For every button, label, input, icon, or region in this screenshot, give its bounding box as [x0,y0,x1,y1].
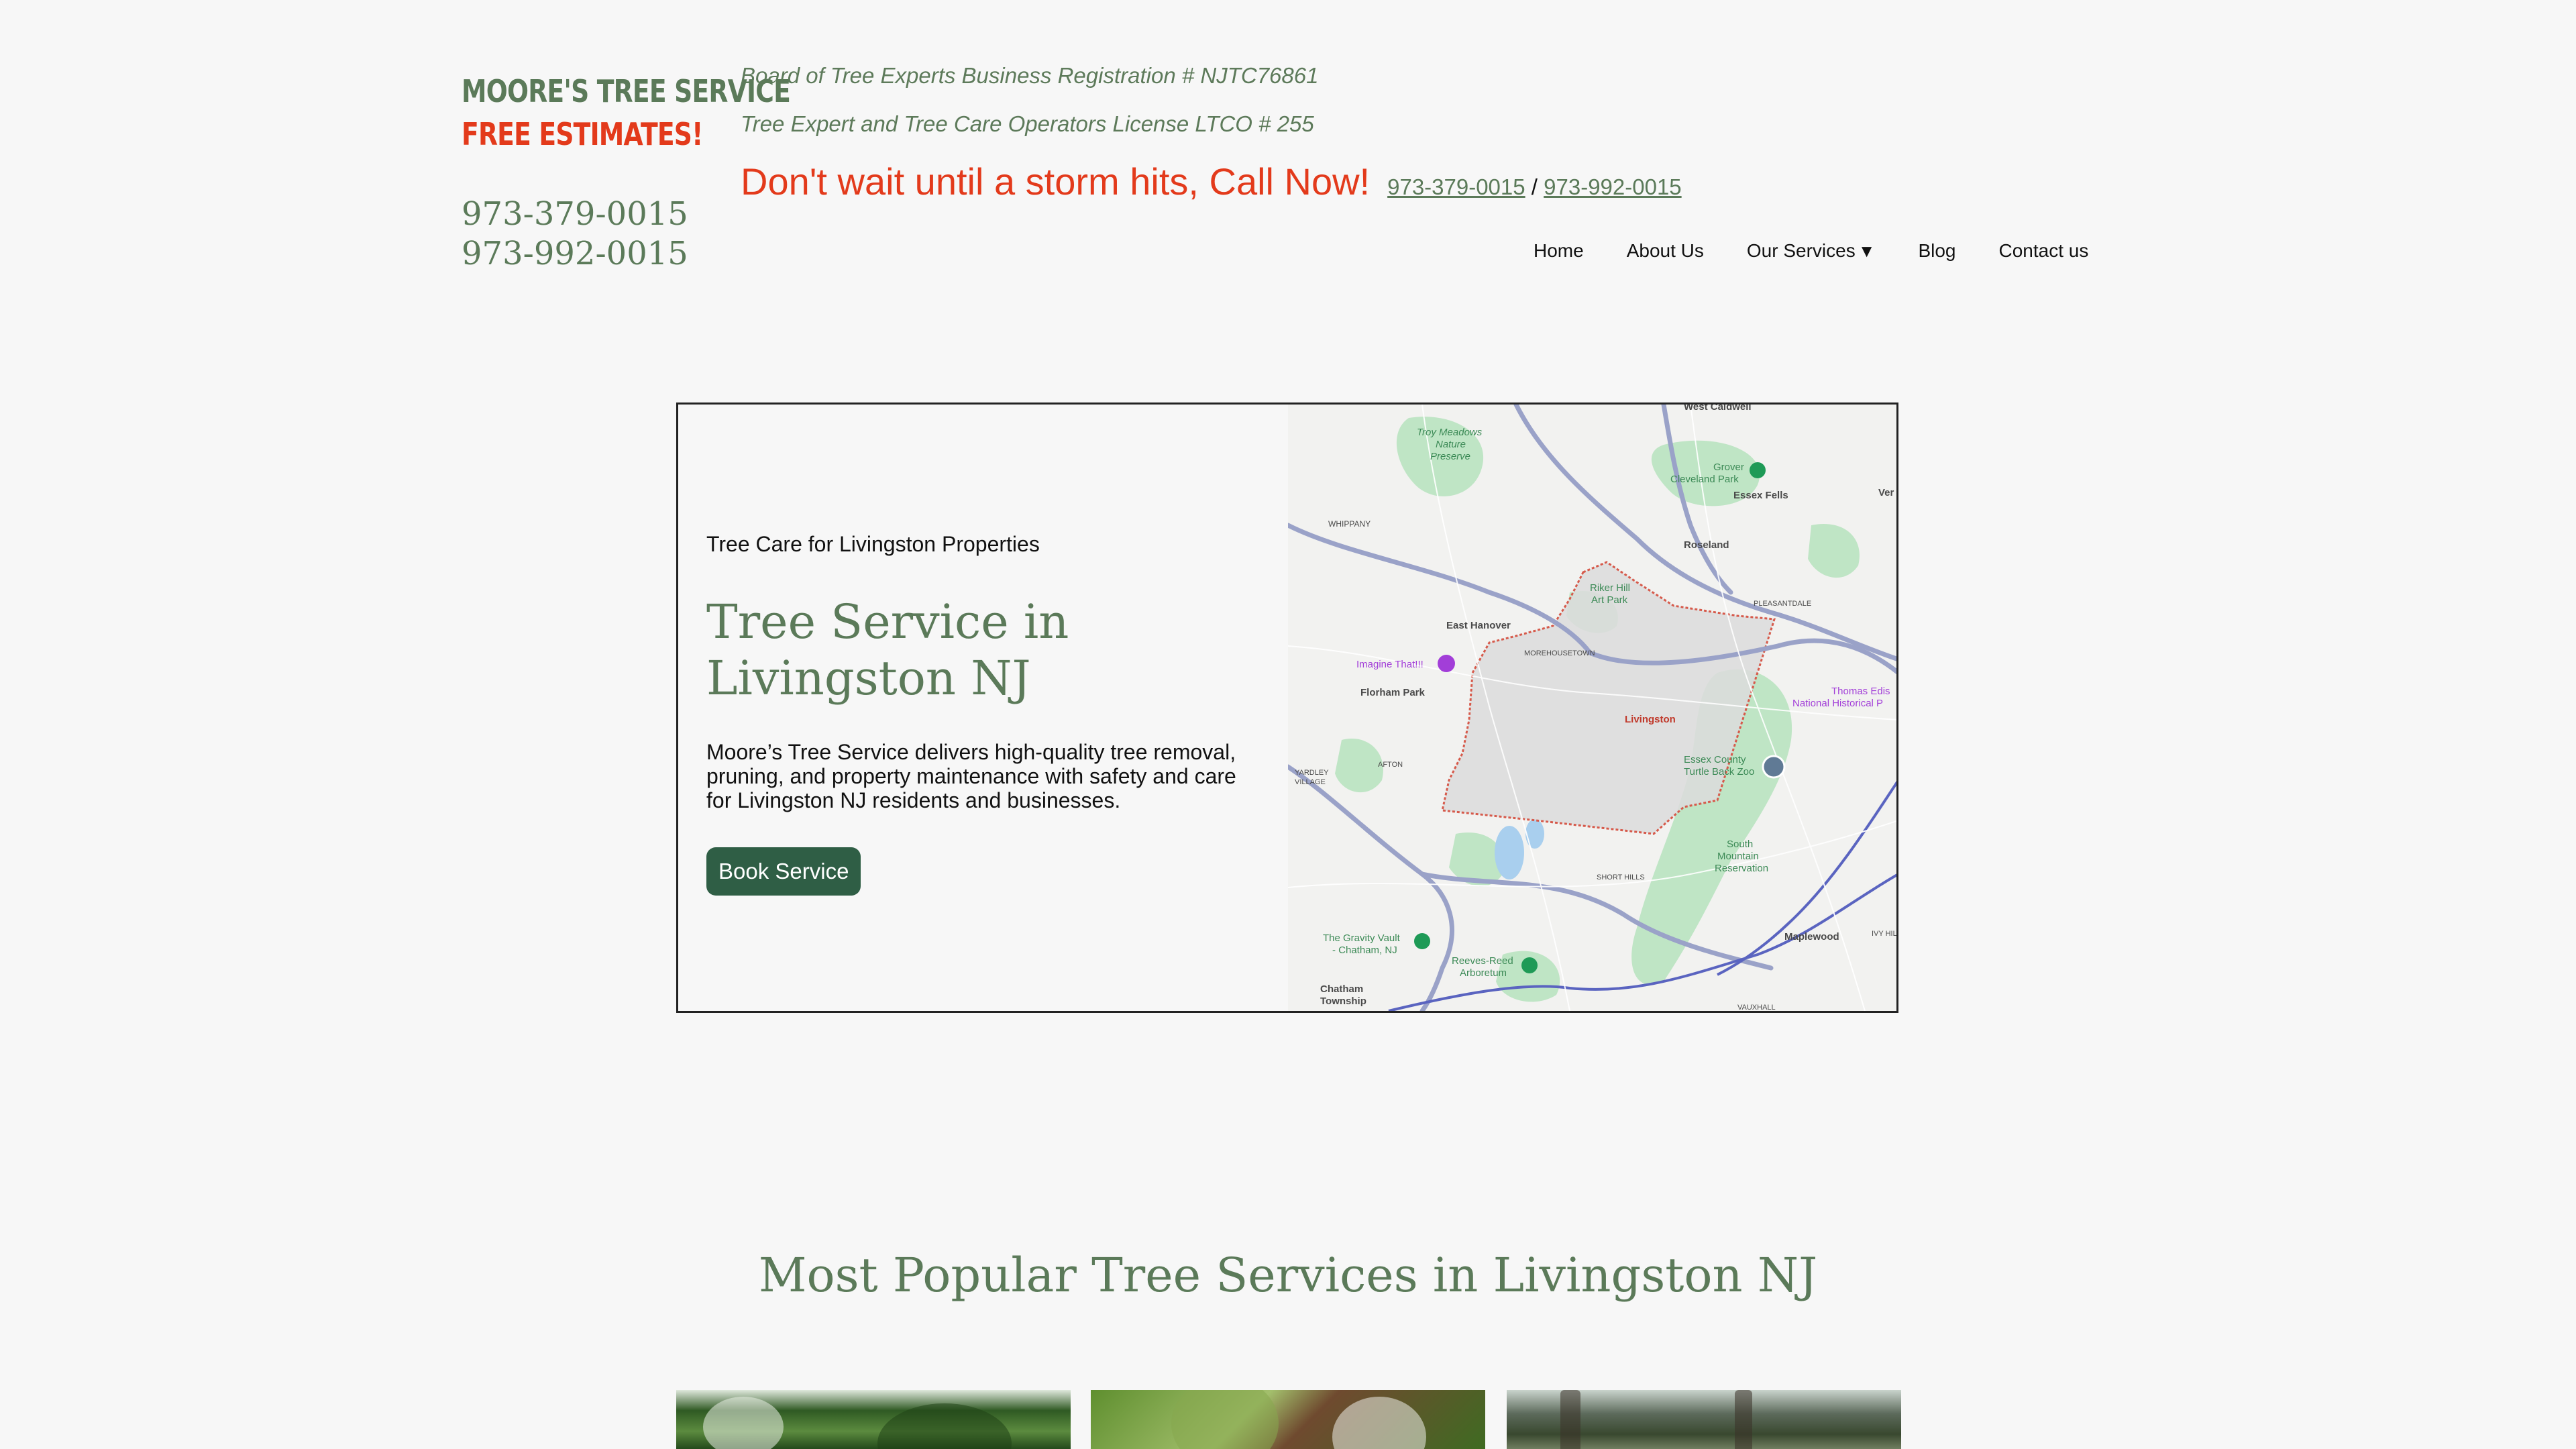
nav-contact-us[interactable]: Contact us [1998,240,2088,262]
label-chatham-1: Chatham [1320,983,1363,995]
label-pleasantdale: PLEASANTDALE [1754,600,1811,608]
callout-phone-link-2[interactable]: 973-992-0015 [1544,174,1682,199]
label-yardley-1: YARDLEY [1295,769,1329,777]
label-essex-fells: Essex Fells [1733,490,1788,501]
label-south-mountain-2: Mountain [1717,851,1759,862]
label-edison-2: National Historical P [1792,698,1883,709]
credential-license: Tree Expert and Tree Care Operators Lice… [741,111,1314,136]
label-east-hanover: East Hanover [1446,620,1511,631]
service-card-image-3[interactable] [1507,1390,1901,1449]
map-pin-icon[interactable] [1750,462,1766,478]
label-grover-2: Cleveland Park [1670,474,1739,485]
label-west-caldwell: West Caldwell [1684,405,1752,413]
popular-services-title: Most Popular Tree Services in Livingston… [758,1248,1818,1303]
label-livingston: Livingston [1625,714,1676,725]
nav-blog[interactable]: Blog [1918,240,1955,262]
card-foliage [703,1397,784,1449]
label-maplewood: Maplewood [1784,931,1839,943]
hero-title: Tree Service in Livingston NJ [706,594,1069,706]
card-foliage [1171,1390,1279,1449]
hero-section: Tree Care for Livingston Properties Tree… [676,402,1898,1013]
label-morehousetown: MOREHOUSETOWN [1524,649,1595,657]
label-troy-meadows-1: Troy Meadows [1417,427,1483,438]
label-troy-meadows-2: Nature [1436,439,1466,450]
label-grover-1: Grover [1713,462,1744,473]
lake-1 [1495,826,1524,879]
brand-name[interactable]: MOORE'S TREE SERVICE [462,70,791,113]
map-canvas: West Caldwell Troy Meadows Nature Preser… [1288,405,1897,1011]
nav-our-services[interactable]: Our Services ▼ [1747,240,1876,262]
label-essex-zoo-2: Turtle Back Zoo [1684,766,1754,777]
label-short-hills: SHORT HILLS [1597,873,1645,881]
card-foliage [877,1403,1012,1449]
label-south-mountain-1: South [1727,839,1753,850]
callout-phone-link-1[interactable]: 973-379-0015 [1387,174,1525,199]
call-now-callout: Don't wait until a storm hits, Call Now!… [741,160,1682,203]
map-pin-icon[interactable] [1438,655,1455,672]
label-edison-1: Thomas Edis [1831,686,1890,697]
callout-phone-separator: / [1531,174,1538,199]
card-trunk [1735,1390,1752,1449]
label-roseland: Roseland [1684,539,1729,551]
service-cards [676,1390,1901,1449]
credential-registration: Board of Tree Experts Business Registrat… [741,63,1319,88]
label-essex-zoo-1: Essex County [1684,754,1746,765]
brand-tagline: FREE ESTIMATES! [462,116,703,152]
label-imagine: Imagine That!!! [1356,659,1424,670]
service-card-image-2[interactable] [1091,1390,1485,1449]
nav-our-services-label: Our Services [1746,240,1856,261]
label-gravity-2: - Chatham, NJ [1332,945,1397,956]
label-yardley-2: VILLAGE [1295,778,1326,786]
service-card-image-1[interactable] [676,1390,1071,1449]
label-riker-1: Riker Hill [1590,582,1630,594]
map-pin-icon[interactable] [1762,755,1786,779]
label-reeves-2: Arboretum [1460,967,1507,979]
map-pin-icon[interactable] [1414,933,1430,949]
label-afton: AFTON [1378,761,1403,769]
card-trunk [1560,1390,1580,1449]
hero-eyebrow: Tree Care for Livingston Properties [706,532,1040,556]
book-service-button[interactable]: Book Service [706,847,861,896]
nav-home[interactable]: Home [1534,240,1584,262]
label-reeves-1: Reeves-Reed [1452,955,1513,967]
call-now-text: Don't wait until a storm hits, Call Now! [741,160,1371,203]
label-south-mountain-3: Reservation [1715,863,1768,874]
label-vauxhall: VAUXHALL [1737,1004,1776,1011]
label-riker-2: Art Park [1591,594,1628,606]
map-pin-icon[interactable] [1521,957,1538,973]
label-ver: Ver [1878,487,1894,498]
label-gravity-1: The Gravity Vault [1323,932,1401,944]
nav-about-us[interactable]: About Us [1627,240,1704,262]
card-foliage [1332,1397,1426,1449]
label-ivy-hill: IVY HIL [1872,930,1897,938]
label-troy-meadows-3: Preserve [1430,451,1470,462]
brand-phone-2[interactable]: 973-992-0015 [462,234,730,274]
label-chatham-2: Township [1320,996,1366,1007]
caret-down-icon: ▼ [1858,241,1876,261]
lake-2 [1525,819,1544,849]
service-area-map[interactable]: West Caldwell Troy Meadows Nature Preser… [1288,405,1897,1011]
label-florham-park: Florham Park [1360,687,1426,698]
label-whippany: WHIPPANY [1328,519,1371,529]
main-nav: Home About Us Our Services ▼ Blog Contact… [1534,240,2088,262]
brand-block: MOORE'S TREE SERVICE FREE ESTIMATES! 973… [462,70,791,274]
hero-description: Moore’s Tree Service delivers high-quali… [706,740,1236,812]
brand-phone-1[interactable]: 973-379-0015 [462,195,730,234]
callout-phones: 973-379-0015 / 973-992-0015 [1387,174,1682,200]
